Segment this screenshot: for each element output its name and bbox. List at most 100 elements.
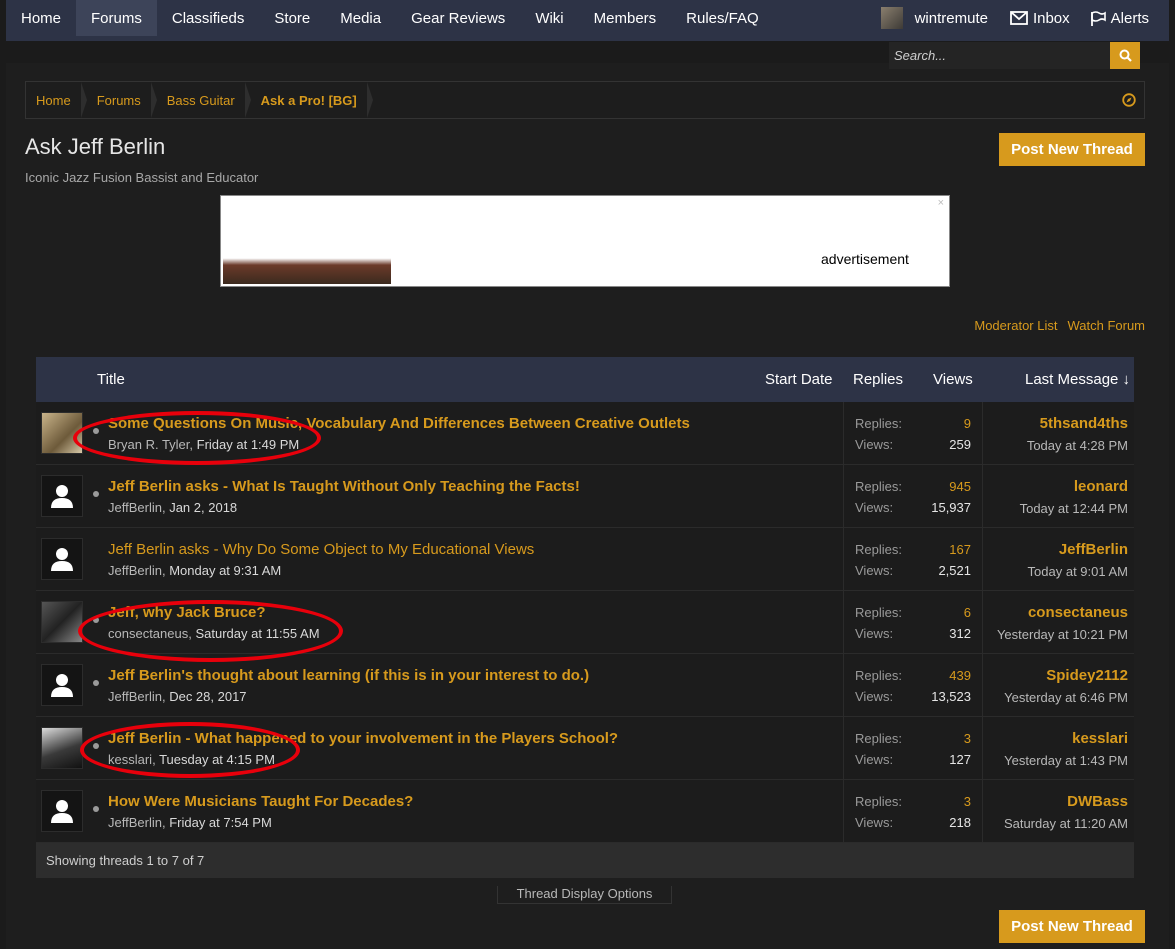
views-label: Views: (855, 752, 894, 767)
thread-author-avatar[interactable] (41, 601, 83, 643)
forum-actions: Moderator List Watch Forum (974, 318, 1145, 333)
sort-by-start-date[interactable]: Start Date (765, 371, 833, 388)
thread-row: Jeff Berlin asks - Why Do Some Object to… (36, 528, 1134, 591)
search-button[interactable] (1110, 42, 1140, 69)
thread-author-avatar[interactable] (41, 538, 83, 580)
alerts-label: Alerts (1110, 9, 1149, 27)
moderator-list-link[interactable]: Moderator List (974, 318, 1057, 333)
thread-author-link[interactable]: kesslari (108, 752, 152, 767)
thread-title-link[interactable]: Jeff Berlin - What happened to your invo… (108, 730, 618, 747)
thread-title-link[interactable]: Jeff Berlin asks - Why Do Some Object to… (108, 541, 534, 558)
thread-author-avatar[interactable] (41, 727, 83, 769)
thread-start-date[interactable]: Jan 2, 2018 (169, 500, 237, 515)
replies-count[interactable]: 439 (949, 668, 971, 683)
user-avatar[interactable] (880, 7, 903, 29)
thread-author-avatar[interactable] (41, 790, 83, 832)
views-label: Views: (855, 437, 894, 452)
nav-tab-home[interactable]: Home (6, 0, 76, 36)
thread-start-date[interactable]: Friday at 7:54 PM (169, 815, 272, 830)
watch-forum-link[interactable]: Watch Forum (1067, 318, 1145, 333)
thread-start-date[interactable]: Tuesday at 4:15 PM (159, 752, 275, 767)
last-post-time[interactable]: Yesterday at 6:46 PM (1004, 690, 1128, 705)
thread-start-date[interactable]: Dec 28, 2017 (169, 689, 246, 704)
ad-close-icon[interactable]: × (938, 197, 944, 209)
sort-by-title[interactable]: Title (97, 371, 125, 388)
thread-start-date[interactable]: Monday at 9:31 AM (169, 563, 281, 578)
breadcrumb-home[interactable]: Home (26, 82, 87, 118)
last-poster-link[interactable]: Spidey2112 (1046, 667, 1128, 684)
thread-title-link[interactable]: Some Questions On Music, Vocabulary And … (108, 415, 690, 432)
default-user-icon (51, 674, 73, 697)
advertisement-banner[interactable]: advertisement × (220, 195, 950, 287)
thread-author-link[interactable]: Bryan R. Tyler (108, 437, 189, 452)
nav-user-area: wintremute Inbox Alerts (880, 0, 1169, 36)
inbox-link[interactable]: Inbox (1010, 10, 1070, 27)
username-link[interactable]: wintremute (915, 10, 988, 27)
thread-author-link[interactable]: consectaneus (108, 626, 188, 641)
thread-row: Jeff Berlin asks - What Is Taught Withou… (36, 465, 1134, 528)
breadcrumb-ask-a-pro[interactable]: Ask a Pro! [BG] (251, 82, 373, 118)
sort-by-replies[interactable]: Replies (853, 371, 903, 388)
thread-row: Jeff Berlin's thought about learning (if… (36, 654, 1134, 717)
replies-count[interactable]: 6 (964, 605, 971, 620)
breadcrumb: Home Forums Bass Guitar Ask a Pro! [BG] (25, 81, 1145, 119)
thread-title-link[interactable]: How Were Musicians Taught For Decades? (108, 793, 413, 810)
nav-tab-members[interactable]: Members (579, 0, 672, 36)
replies-label: Replies: (855, 542, 902, 557)
thread-display-options[interactable]: Thread Display Options (497, 886, 672, 904)
thread-row: Jeff Berlin - What happened to your invo… (36, 717, 1134, 780)
replies-count[interactable]: 3 (964, 731, 971, 746)
last-poster-link[interactable]: 5thsand4ths (1040, 415, 1128, 432)
search-icon (1119, 49, 1132, 62)
thread-author-avatar[interactable] (41, 412, 83, 454)
last-post-time[interactable]: Saturday at 11:20 AM (1004, 816, 1128, 831)
thread-author-avatar[interactable] (41, 475, 83, 517)
unread-indicator (93, 806, 99, 812)
last-post-time[interactable]: Today at 4:28 PM (1027, 438, 1128, 453)
last-poster-link[interactable]: kesslari (1072, 730, 1128, 747)
nav-tab-classifieds[interactable]: Classifieds (157, 0, 260, 36)
breadcrumb-bass-guitar[interactable]: Bass Guitar (157, 82, 251, 118)
thread-meta: JeffBerlin, Jan 2, 2018 (108, 500, 238, 515)
breadcrumb-forums[interactable]: Forums (87, 82, 157, 118)
search-input[interactable] (889, 42, 1110, 69)
thread-meta: JeffBerlin, Monday at 9:31 AM (108, 563, 282, 578)
page-description: Iconic Jazz Fusion Bassist and Educator (25, 170, 259, 185)
thread-title-link[interactable]: Jeff Berlin asks - What Is Taught Withou… (108, 478, 580, 495)
last-post-time[interactable]: Yesterday at 10:21 PM (997, 627, 1128, 642)
thread-start-date[interactable]: Friday at 1:49 PM (197, 437, 300, 452)
replies-count[interactable]: 9 (964, 416, 971, 431)
replies-count[interactable]: 945 (949, 479, 971, 494)
post-new-thread-button-bottom[interactable]: Post New Thread (999, 910, 1145, 943)
thread-author-link[interactable]: JeffBerlin (108, 815, 162, 830)
last-post-time[interactable]: Today at 12:44 PM (1020, 501, 1128, 516)
last-poster-link[interactable]: consectaneus (1028, 604, 1128, 621)
thread-author-avatar[interactable] (41, 664, 83, 706)
thread-author-link[interactable]: JeffBerlin (108, 563, 162, 578)
last-post-time[interactable]: Today at 9:01 AM (1028, 564, 1128, 579)
last-poster-link[interactable]: leonard (1074, 478, 1128, 495)
thread-meta: kesslari, Tuesday at 4:15 PM (108, 752, 275, 767)
compass-icon[interactable] (1122, 93, 1136, 107)
nav-tab-wiki[interactable]: Wiki (520, 0, 578, 36)
thread-title-link[interactable]: Jeff, why Jack Bruce? (108, 604, 266, 621)
replies-count[interactable]: 3 (964, 794, 971, 809)
thread-author-link[interactable]: JeffBerlin (108, 500, 162, 515)
flag-icon (1090, 10, 1106, 26)
last-poster-link[interactable]: JeffBerlin (1059, 541, 1128, 558)
sort-by-last-message[interactable]: Last Message ↓ (1025, 371, 1130, 388)
thread-start-date[interactable]: Saturday at 11:55 AM (195, 626, 319, 641)
thread-author-link[interactable]: JeffBerlin (108, 689, 162, 704)
nav-tab-media[interactable]: Media (325, 0, 396, 36)
alerts-link[interactable]: Alerts (1090, 10, 1149, 27)
post-new-thread-button[interactable]: Post New Thread (999, 133, 1145, 166)
replies-count[interactable]: 167 (949, 542, 971, 557)
last-poster-link[interactable]: DWBass (1067, 793, 1128, 810)
sort-by-views[interactable]: Views (933, 371, 973, 388)
nav-tab-gear-reviews[interactable]: Gear Reviews (396, 0, 520, 36)
last-post-time[interactable]: Yesterday at 1:43 PM (1004, 753, 1128, 768)
nav-tab-store[interactable]: Store (259, 0, 325, 36)
thread-title-link[interactable]: Jeff Berlin's thought about learning (if… (108, 667, 589, 684)
nav-tab-forums[interactable]: Forums (76, 0, 157, 36)
nav-tab-rules-faq[interactable]: Rules/FAQ (671, 0, 774, 36)
